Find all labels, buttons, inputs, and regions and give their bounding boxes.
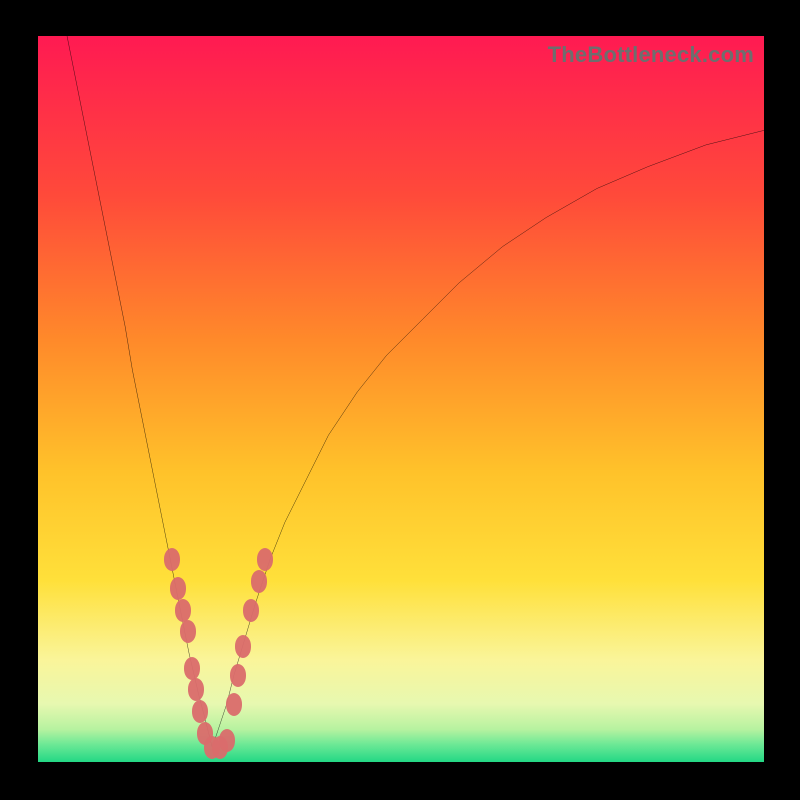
data-marker — [219, 729, 235, 752]
watermark-text: TheBottleneck.com — [548, 42, 754, 68]
curve-layer — [38, 36, 764, 762]
data-marker — [170, 577, 186, 600]
data-marker — [188, 678, 204, 701]
data-marker — [243, 599, 259, 622]
chart-frame: TheBottleneck.com — [0, 0, 800, 800]
data-marker — [257, 548, 273, 571]
data-marker — [192, 700, 208, 723]
data-marker — [184, 657, 200, 680]
data-marker — [175, 599, 191, 622]
right-branch-curve — [212, 130, 764, 747]
data-marker — [164, 548, 180, 571]
data-marker — [226, 693, 242, 716]
data-marker — [251, 570, 267, 593]
data-marker — [180, 620, 196, 643]
plot-area: TheBottleneck.com — [38, 36, 764, 762]
